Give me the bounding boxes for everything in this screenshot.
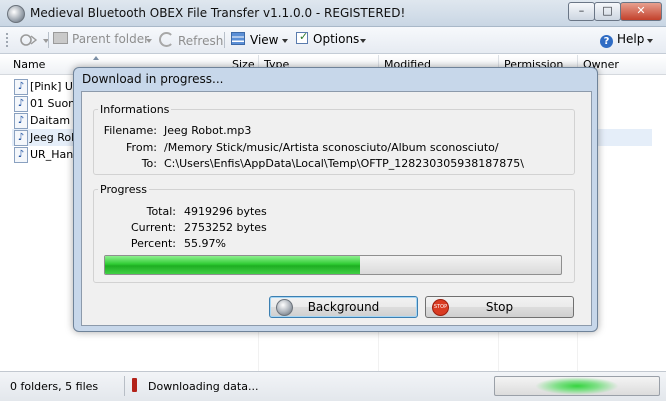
bluetooth-device-icon xyxy=(18,32,40,48)
music-file-icon: ♪ xyxy=(14,96,28,112)
help-label: Help xyxy=(617,32,645,46)
toolbar: Parent folder Refresh View ✓ Options ? Hel… xyxy=(0,27,666,54)
toolbar-separator xyxy=(48,32,49,48)
activity-indicator-icon xyxy=(132,378,137,392)
status-separator xyxy=(124,376,125,396)
refresh-icon xyxy=(159,32,174,47)
music-file-icon: ♪ xyxy=(14,147,28,163)
stop-button-label: Stop xyxy=(485,300,514,314)
progress-group-label: Progress xyxy=(98,183,149,196)
music-file-icon: ♪ xyxy=(14,79,28,95)
chevron-down-icon[interactable] xyxy=(647,39,653,43)
folder-up-icon xyxy=(53,32,68,44)
from-label: From: xyxy=(126,141,157,154)
title-bar: Medieval Bluetooth OBEX File Transfer v1… xyxy=(0,0,666,27)
to-label: To: xyxy=(141,157,157,170)
status-bar: 0 folders, 5 files Downloading data... xyxy=(0,371,666,401)
bluetooth-app-icon xyxy=(7,5,25,23)
background-button[interactable]: Background xyxy=(269,296,418,318)
download-progress-bar xyxy=(104,255,562,275)
stop-icon: STOP xyxy=(432,299,449,316)
chevron-down-icon[interactable] xyxy=(146,39,152,43)
filename-label: Filename: xyxy=(103,124,157,137)
chevron-down-icon[interactable] xyxy=(360,39,366,43)
stop-button[interactable]: STOP Stop xyxy=(425,296,574,318)
download-progress-fill xyxy=(105,256,361,274)
help-icon: ? xyxy=(600,35,613,48)
parent-folder-button[interactable]: Parent folder xyxy=(53,32,149,48)
current-label: Current: xyxy=(130,221,176,234)
filename-value: Jeeg Robot.mp3 xyxy=(164,124,252,137)
status-file-count: 0 folders, 5 files xyxy=(10,380,99,393)
toolbar-grip xyxy=(6,33,10,47)
options-label: Options xyxy=(313,32,360,46)
file-name: [Pink] U xyxy=(30,80,73,93)
view-label: View xyxy=(250,33,279,47)
chevron-down-icon[interactable] xyxy=(282,39,288,43)
total-label: Total: xyxy=(146,205,176,218)
background-button-label: Background xyxy=(307,300,380,314)
maximize-button[interactable]: □ xyxy=(594,2,621,21)
help-menu-button[interactable]: ? Help xyxy=(600,32,644,48)
file-name: UR_Han xyxy=(30,148,74,161)
options-checkbox-icon: ✓ xyxy=(296,30,308,44)
sort-arrow-icon xyxy=(93,56,99,60)
options-menu-button[interactable]: ✓ Options xyxy=(296,30,360,48)
to-value: C:\Users\Enfis\AppData\Local\Temp\OFTP_1… xyxy=(164,157,524,170)
minimize-button[interactable]: – xyxy=(568,2,595,21)
file-name: Jeeg Rob xyxy=(30,131,79,144)
dialog-title: Download in progress... xyxy=(82,72,224,86)
informations-group-label: Informations xyxy=(98,103,172,116)
total-value: 4919296 bytes xyxy=(184,205,267,218)
view-menu-button[interactable]: View xyxy=(231,32,278,48)
refresh-button[interactable]: Refresh xyxy=(159,32,223,48)
music-file-icon: ♪ xyxy=(14,113,28,129)
view-icon xyxy=(231,32,245,45)
parent-folder-label: Parent folder xyxy=(72,32,150,46)
column-name[interactable]: Name xyxy=(13,58,45,71)
close-button[interactable]: ✕ xyxy=(620,2,662,21)
music-file-icon: ♪ xyxy=(14,130,28,146)
refresh-label: Refresh xyxy=(178,34,224,48)
status-progress-bar xyxy=(494,376,660,396)
status-activity: Downloading data... xyxy=(148,380,259,393)
toolbar-separator xyxy=(224,32,225,48)
current-value: 2753252 bytes xyxy=(184,221,267,234)
percent-label: Percent: xyxy=(130,237,176,250)
window-title: Medieval Bluetooth OBEX File Transfer v1… xyxy=(30,6,406,20)
from-value: /Memory Stick/music/Artista sconosciuto/… xyxy=(164,141,499,154)
background-icon xyxy=(276,299,293,316)
percent-value: 55.97% xyxy=(184,237,226,250)
